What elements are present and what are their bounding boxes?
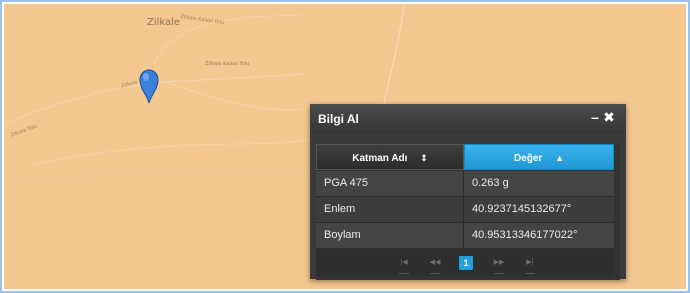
attribute-table: Katman Adı ⇕ Değer ▲ PGA 475 0.263 g Enl… xyxy=(316,144,620,280)
pagination-bar: |◀ ◀◀ 1 ▶▶ ▶| xyxy=(316,250,614,276)
layer-name-cell: PGA 475 xyxy=(316,171,464,196)
column-header-label: Katman Adı xyxy=(352,153,408,164)
first-page-button[interactable]: |◀ xyxy=(396,256,412,274)
sort-ascending-icon: ▲ xyxy=(555,153,565,163)
road-label: Zilkale Kalesi Yolu xyxy=(205,61,250,67)
sort-icon: ⇕ xyxy=(420,153,428,163)
value-cell: 40.95313346177022° xyxy=(472,229,578,241)
table-header: Katman Adı ⇕ Değer ▲ xyxy=(316,144,620,170)
info-window-title: Bilgi Al xyxy=(318,112,359,126)
table-row[interactable]: Boylam 40.95313346177022° xyxy=(316,223,614,249)
info-window: Bilgi Al – ✖ Katman Adı ⇕ Değer ▲ PGA 47… xyxy=(310,104,626,280)
app-frame: Zilkale Zilkale Kalesi Yolu Zilkale Kale… xyxy=(0,0,690,293)
map-canvas[interactable]: Zilkale Zilkale Kalesi Yolu Zilkale Kale… xyxy=(4,4,686,289)
page-number-button[interactable]: 1 xyxy=(459,256,473,270)
map-marker-icon[interactable] xyxy=(138,68,160,104)
layer-name-cell: Enlem xyxy=(316,197,464,222)
column-header-label: Değer xyxy=(513,153,543,164)
table-row[interactable]: PGA 475 0.263 g xyxy=(316,171,614,197)
info-window-header[interactable]: Bilgi Al – ✖ xyxy=(310,104,626,134)
table-row[interactable]: Enlem 40.9237145132677° xyxy=(316,197,614,223)
column-header-layer-name[interactable]: Katman Adı ⇕ xyxy=(316,144,464,170)
last-page-button[interactable]: ▶| xyxy=(522,256,538,274)
previous-page-button[interactable]: ◀◀ xyxy=(427,256,443,274)
column-header-value[interactable]: Değer ▲ xyxy=(464,144,614,170)
close-icon[interactable]: ✖ xyxy=(602,109,616,125)
minimize-icon[interactable]: – xyxy=(588,109,602,125)
value-cell: 40.9237145132677° xyxy=(472,203,572,215)
next-page-button[interactable]: ▶▶ xyxy=(491,256,507,274)
value-cell: 0.263 g xyxy=(472,177,509,189)
place-label: Zilkale xyxy=(147,17,181,28)
layer-name-cell: Boylam xyxy=(316,223,464,248)
